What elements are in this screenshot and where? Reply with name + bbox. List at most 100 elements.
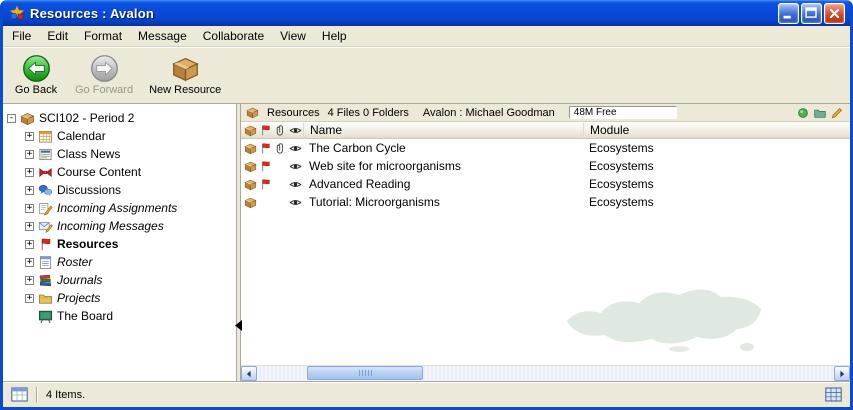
tree-item-roster[interactable]: +Roster <box>7 253 236 271</box>
go-forward-icon <box>90 54 119 83</box>
board-icon <box>38 309 53 324</box>
tool-label: New Resource <box>149 84 221 96</box>
go-back-button[interactable]: Go Back <box>7 52 65 98</box>
tree-expander[interactable]: + <box>25 186 34 195</box>
menu-format[interactable]: Format <box>76 26 130 46</box>
tree-expander[interactable]: + <box>25 150 34 159</box>
menu-message[interactable]: Message <box>130 26 195 46</box>
tree-expander[interactable]: + <box>25 168 34 177</box>
menu-view[interactable]: View <box>272 26 314 46</box>
tree-item-discussions[interactable]: +Discussions <box>7 181 236 199</box>
tree-expander[interactable]: + <box>25 258 34 267</box>
tree-label: Course Content <box>57 165 141 179</box>
minimize-button[interactable] <box>778 3 799 24</box>
resource-name: Advanced Reading <box>303 177 583 191</box>
tree-label: Calendar <box>57 129 106 143</box>
folder-view-icon[interactable] <box>814 107 826 119</box>
tree-expander[interactable]: + <box>25 204 34 213</box>
resource-module: Ecosystems <box>583 195 850 209</box>
tree-item-incoming-messages[interactable]: + Incoming Messages <box>7 217 236 235</box>
projects-icon <box>38 291 53 306</box>
eye-icon <box>289 124 302 137</box>
eye-icon[interactable] <box>289 160 302 173</box>
resource-name: Tutorial: Microorganisms <box>303 195 583 209</box>
cell-type <box>243 142 258 155</box>
close-button[interactable] <box>824 3 845 24</box>
class-box-icon <box>20 111 35 126</box>
column-name[interactable]: Name <box>303 123 583 137</box>
table-header: Name Module <box>241 122 850 139</box>
tree-label: Projects <box>57 291 100 305</box>
tree-item-journals[interactable]: +Journals <box>7 271 236 289</box>
column-module[interactable]: Module <box>583 123 850 137</box>
tree-expander[interactable]: + <box>25 276 34 285</box>
status-dot-icon[interactable] <box>797 107 809 119</box>
tree-item-calendar[interactable]: + Calendar <box>7 127 236 145</box>
resources-panel: Resources 4 Files 0 Folders Avalon : Mic… <box>241 104 850 381</box>
tree-item-course-content[interactable]: + Course Content <box>7 163 236 181</box>
resources-box-icon <box>246 106 259 119</box>
column-paperclip-icon <box>273 124 288 137</box>
title-bar[interactable]: Resources : Avalon <box>3 0 850 26</box>
cell-flag <box>258 142 273 155</box>
new-resource-button[interactable]: New Resource <box>143 52 227 98</box>
course-tree: -SCI102 - Period 2+Calendar+Class News+C… <box>3 104 236 381</box>
resources-header: Resources 4 Files 0 Folders Avalon : Mic… <box>241 104 850 122</box>
tree-expander[interactable]: + <box>25 222 34 231</box>
scroll-thumb[interactable] <box>307 366 423 380</box>
table-row[interactable]: Tutorial: MicroorganismsEcosystems <box>241 193 850 211</box>
tree-label: Incoming Messages <box>57 219 164 233</box>
main-area: -SCI102 - Period 2+Calendar+Class News+C… <box>3 104 850 381</box>
new-resource-icon <box>171 54 200 83</box>
table-row[interactable]: The Carbon CycleEcosystems <box>241 139 850 157</box>
table-row[interactable]: Advanced ReadingEcosystems <box>241 175 850 193</box>
tree-expander[interactable]: - <box>7 114 16 123</box>
menu-edit[interactable]: Edit <box>39 26 76 46</box>
tree-item-the-board[interactable]: The Board <box>7 307 236 325</box>
table-row[interactable]: Web site for microorganismsEcosystems <box>241 157 850 175</box>
column-eye-icon <box>288 124 303 137</box>
scroll-track[interactable] <box>257 366 834 381</box>
tree-item-class-news[interactable]: +Class News <box>7 145 236 163</box>
header-actions <box>797 107 845 119</box>
resource-module: Ecosystems <box>583 159 850 173</box>
horizontal-scrollbar[interactable] <box>241 365 850 381</box>
box-icon <box>244 142 257 155</box>
maximize-button[interactable] <box>801 3 822 24</box>
scroll-left-button[interactable] <box>241 366 257 381</box>
tree-item-projects[interactable]: + Projects <box>7 289 236 307</box>
tree-item-incoming-assignments[interactable]: + Incoming Assignments <box>7 199 236 217</box>
tree-expander[interactable]: + <box>25 294 34 303</box>
icon-column-headers <box>243 124 303 137</box>
eye-icon[interactable] <box>289 142 302 155</box>
tree-label: Resources <box>57 237 118 251</box>
status-bar: 4 Items. <box>3 381 850 407</box>
window-title: Resources : Avalon <box>30 6 773 21</box>
go-forward-button[interactable]: Go Forward <box>69 52 139 98</box>
course-content-icon <box>38 165 53 180</box>
tree-item-resources[interactable]: + Resources <box>7 235 236 253</box>
eye-icon[interactable] <box>289 178 302 191</box>
cell-visibility <box>288 196 303 209</box>
resource-name: Web site for microorganisms <box>303 159 583 173</box>
file-folder-count: 4 Files 0 Folders <box>328 107 409 119</box>
menu-help[interactable]: Help <box>314 26 355 46</box>
tree-expander[interactable]: + <box>25 132 34 141</box>
tool-label: Go Forward <box>75 84 133 96</box>
tree-expander[interactable]: + <box>25 240 34 249</box>
menu-collaborate[interactable]: Collaborate <box>195 26 272 46</box>
status-view-icon[interactable] <box>11 387 28 402</box>
box-icon <box>244 160 257 173</box>
cell-flag <box>258 178 273 191</box>
eye-icon[interactable] <box>289 196 302 209</box>
scroll-right-button[interactable] <box>834 366 850 381</box>
cell-type <box>243 160 258 173</box>
menu-bar: FileEditFormatMessageCollaborateViewHelp <box>3 26 850 47</box>
cell-attachment <box>273 142 288 155</box>
menu-file[interactable]: File <box>4 26 39 46</box>
edit-icon[interactable] <box>831 107 843 119</box>
tree-label: Incoming Assignments <box>57 201 177 215</box>
tree-item-sci102-period-2[interactable]: -SCI102 - Period 2 <box>7 109 236 127</box>
window-controls <box>778 3 845 24</box>
status-grid-icon[interactable] <box>825 387 842 402</box>
